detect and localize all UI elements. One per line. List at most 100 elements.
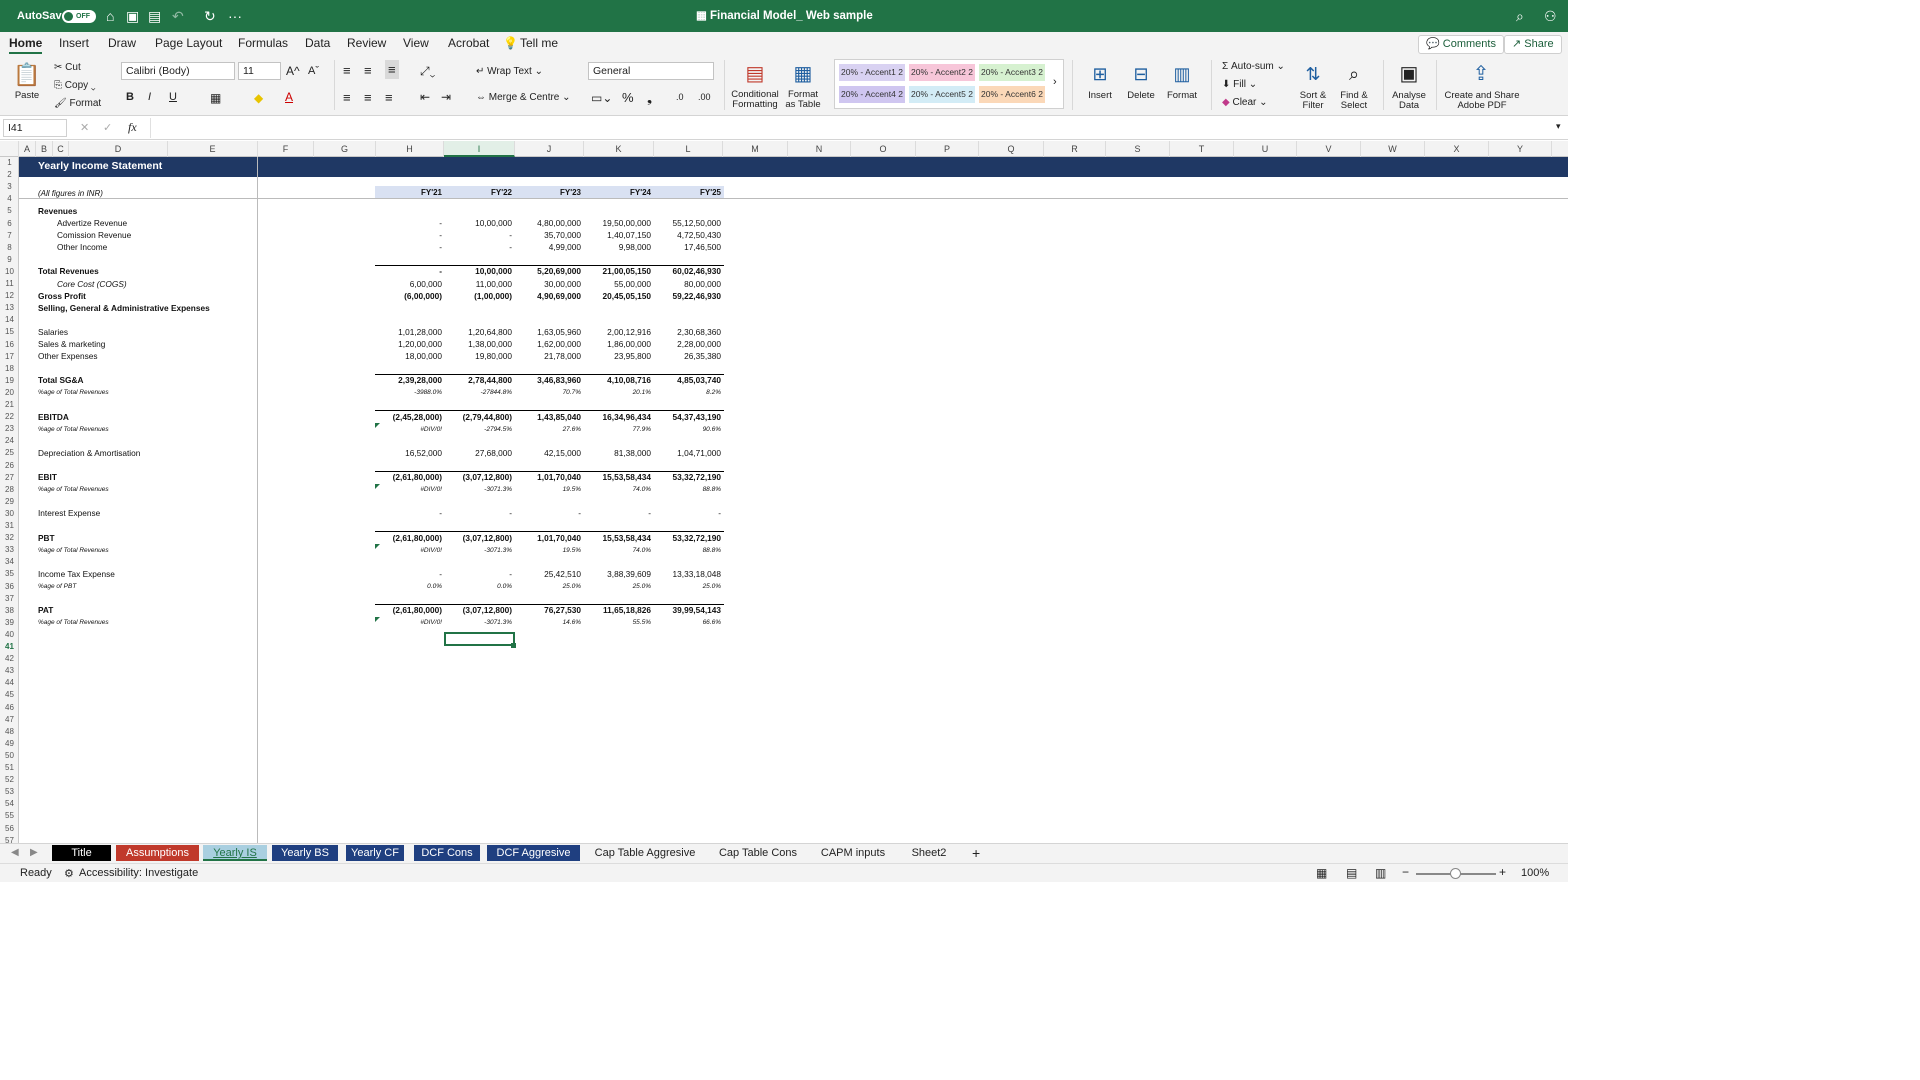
style-accent6[interactable]: 20% - Accent6 2 — [979, 86, 1045, 103]
row-header[interactable]: 2 — [0, 170, 19, 180]
home-icon[interactable]: ⌂ — [106, 0, 114, 32]
tab-review[interactable]: Review — [347, 32, 386, 54]
row-header[interactable]: 44 — [0, 678, 19, 688]
column-header-e[interactable]: E — [168, 141, 258, 157]
column-header-d[interactable]: D — [69, 141, 168, 157]
tell-me[interactable]: Tell me — [520, 32, 558, 54]
normal-view-icon[interactable]: ▦ — [1316, 866, 1327, 880]
format-as-table-icon[interactable]: ▦ — [786, 62, 820, 86]
page-layout-view-icon[interactable]: ▤ — [1346, 866, 1357, 880]
column-header-n[interactable]: N — [788, 141, 851, 157]
row-header[interactable]: 16 — [0, 340, 19, 350]
scroll-right-icon[interactable]: ▶ — [30, 847, 38, 858]
row-header[interactable]: 35 — [0, 569, 19, 579]
zoom-slider-thumb[interactable] — [1450, 868, 1461, 879]
row-header[interactable]: 25 — [0, 448, 19, 458]
increase-indent-icon[interactable]: ⇥ — [441, 90, 451, 104]
align-left-icon[interactable]: ≡ — [343, 90, 351, 105]
row-header[interactable]: 20 — [0, 388, 19, 398]
zoom-out-icon[interactable]: − — [1402, 865, 1409, 879]
search-icon[interactable]: ⌕ — [1516, 0, 1524, 32]
cancel-icon[interactable]: ✕ — [80, 121, 89, 134]
undo-icon[interactable]: ↶ — [172, 0, 184, 32]
sheet-tab[interactable]: DCF Aggresive — [487, 845, 580, 861]
row-header[interactable]: 1 — [0, 158, 19, 168]
row-header[interactable]: 5 — [0, 206, 19, 216]
fill-handle[interactable] — [511, 643, 516, 648]
column-header-s[interactable]: S — [1106, 141, 1170, 157]
page-break-view-icon[interactable]: ▥ — [1375, 866, 1386, 880]
font-size-select[interactable]: 11 — [238, 62, 281, 80]
column-header-i[interactable]: I — [444, 141, 515, 157]
enter-icon[interactable]: ✓ — [103, 121, 112, 134]
row-header[interactable]: 42 — [0, 654, 19, 664]
percent-icon[interactable]: % — [622, 90, 634, 105]
fill-button[interactable]: ⬇ Fill ⌄ — [1222, 79, 1257, 90]
column-header-y[interactable]: Y — [1489, 141, 1552, 157]
column-header-m[interactable]: M — [723, 141, 788, 157]
row-header[interactable]: 15 — [0, 327, 19, 337]
share-button[interactable]: ↗ Share — [1504, 35, 1562, 54]
row-header[interactable]: 32 — [0, 533, 19, 543]
sheet-tab[interactable]: CAPM inputs — [813, 845, 893, 861]
column-header-f[interactable]: F — [258, 141, 314, 157]
clear-button[interactable]: ◆ Clear ⌄ — [1222, 97, 1268, 108]
sheet-tab[interactable]: DCF Cons — [414, 845, 480, 861]
row-header[interactable]: 52 — [0, 775, 19, 785]
align-middle-icon[interactable]: ≡ — [364, 63, 372, 78]
row-header[interactable]: 34 — [0, 557, 19, 567]
currency-icon[interactable]: ▭⌄ — [591, 91, 612, 105]
row-header[interactable]: 53 — [0, 787, 19, 797]
align-center-icon[interactable]: ≡ — [364, 90, 372, 105]
row-header[interactable]: 21 — [0, 400, 19, 410]
fill-color-icon[interactable]: ◆ — [254, 91, 263, 105]
accessibility-status[interactable]: Accessibility: Investigate — [79, 867, 198, 879]
tab-insert[interactable]: Insert — [59, 32, 89, 54]
column-header-a[interactable]: A — [19, 141, 36, 157]
orientation-icon[interactable]: ⤢⌄ — [420, 64, 435, 79]
row-header[interactable]: 45 — [0, 690, 19, 700]
row-header[interactable]: 50 — [0, 751, 19, 761]
paste-icon[interactable]: 📋 — [10, 62, 44, 88]
row-header[interactable]: 26 — [0, 461, 19, 471]
merge-centre-button[interactable]: ⇔ Merge & Centre ⌄ — [476, 92, 571, 103]
column-header-w[interactable]: W — [1361, 141, 1425, 157]
analyse-data-icon[interactable]: ▣ — [1392, 62, 1426, 86]
row-header[interactable]: 30 — [0, 509, 19, 519]
save-as-icon[interactable]: ▤ — [148, 0, 161, 32]
function-icon[interactable]: fx — [128, 120, 137, 135]
column-header-q[interactable]: Q — [979, 141, 1044, 157]
row-header[interactable]: 43 — [0, 666, 19, 676]
insert-cells-button[interactable]: Insert — [1082, 91, 1118, 101]
decrease-decimal-icon[interactable]: .00 — [698, 92, 711, 102]
column-header-u[interactable]: U — [1234, 141, 1297, 157]
row-header[interactable]: 19 — [0, 376, 19, 386]
column-header-b[interactable]: B — [36, 141, 53, 157]
comma-style-icon[interactable]: ❟ — [647, 90, 652, 106]
title-chevron-icon[interactable]: ⌄ — [866, 0, 874, 32]
row-header[interactable]: 10 — [0, 267, 19, 277]
row-header[interactable]: 37 — [0, 594, 19, 604]
row-header[interactable]: 18 — [0, 364, 19, 374]
formula-input[interactable] — [150, 118, 1550, 138]
name-box[interactable]: I41 — [3, 119, 67, 137]
sheet-tab[interactable]: Yearly BS — [272, 845, 338, 861]
row-header[interactable]: 17 — [0, 352, 19, 362]
column-header-o[interactable]: O — [851, 141, 916, 157]
row-header[interactable]: 11 — [0, 279, 19, 289]
expand-formula-icon[interactable]: ▾ — [1556, 121, 1561, 132]
column-header-x[interactable]: X — [1425, 141, 1489, 157]
format-cells-button[interactable]: Format — [1164, 91, 1200, 101]
column-header-k[interactable]: K — [584, 141, 654, 157]
add-sheet-icon[interactable]: + — [972, 845, 980, 861]
row-header[interactable]: 38 — [0, 606, 19, 616]
row-header[interactable]: 29 — [0, 497, 19, 507]
autosave-toggle[interactable]: OFF — [62, 10, 96, 23]
zoom-level[interactable]: 100% — [1521, 867, 1549, 879]
row-header[interactable]: 41 — [0, 642, 19, 652]
comments-button[interactable]: 💬 Comments — [1418, 35, 1504, 54]
conditional-formatting-icon[interactable]: ▤ — [735, 62, 775, 86]
copy-button[interactable]: ⎘ Copy ⌄ — [54, 80, 96, 91]
tab-draw[interactable]: Draw — [108, 32, 136, 54]
column-header-p[interactable]: P — [916, 141, 979, 157]
